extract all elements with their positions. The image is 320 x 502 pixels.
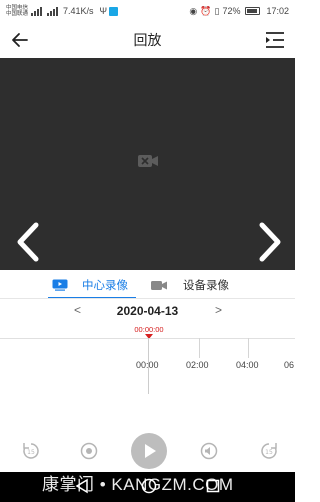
battery-icon [245,7,261,15]
timeline-tick-label: 02:00 [186,360,209,370]
signal-icon [31,6,43,16]
alarm-icon: ⏰ [200,5,212,16]
svg-text:15: 15 [27,449,35,456]
record-icon[interactable] [79,441,99,461]
tab-device-label: 设备录像 [183,280,229,292]
notification-app-icon [109,6,119,16]
page-title: 回放 [133,32,162,48]
record-source-tabs: 中心录像 设备录像 [0,272,295,299]
vibrate-icon: ▯ [214,5,220,16]
video-camera-icon [151,280,167,290]
timeline-tick-label: 04:00 [236,360,259,370]
forward-15s-icon[interactable]: 15 [259,441,279,461]
signal-icon-2 [47,6,59,16]
chevron-left-icon[interactable] [14,222,42,262]
volume-icon[interactable] [199,441,219,461]
tab-center-recording[interactable]: 中心录像 [52,272,128,298]
timeline-tick [248,338,249,358]
watermark: 康掌门 • KANGZM.COM [42,475,234,494]
net-speed: 7.41K/s [63,6,94,16]
current-date[interactable]: 2020-04-13 [0,304,295,318]
carrier-labels: 中国电信 中国联通 [6,5,28,17]
play-button[interactable] [131,433,167,469]
divider [0,298,295,299]
monitor-play-icon [52,279,68,291]
playlist-icon[interactable] [265,31,285,49]
clock: 17:02 [266,6,289,16]
rewind-15s-icon[interactable]: 15 [21,441,41,461]
date-picker: < 2020-04-13 > [0,302,295,322]
timeline-cursor-time: 00:00:00 [134,325,164,334]
app-header: 回放 [0,22,295,58]
timeline-tick-label: 06 [284,360,295,370]
svg-text:15: 15 [265,449,273,456]
camera-off-icon [138,155,158,167]
tab-device-recording[interactable]: 设备录像 [151,272,229,298]
carrier-2: 中国联通 [6,11,29,17]
status-bar: 中国电信 中国联通 7.41K/s Ψ ◉ ⏰ ▯ 72% 17:02 [0,0,295,22]
tab-center-label: 中心录像 [82,280,128,292]
eye-icon: ◉ [189,5,198,16]
next-date-button[interactable]: > [215,303,222,317]
battery-percent: 72% [222,6,241,16]
timeline-tick [199,338,200,358]
timeline-tick-label: 00:00 [136,360,159,370]
back-arrow-icon[interactable] [10,30,30,50]
chevron-right-icon[interactable] [256,222,284,262]
usb-icon: Ψ [99,6,108,16]
